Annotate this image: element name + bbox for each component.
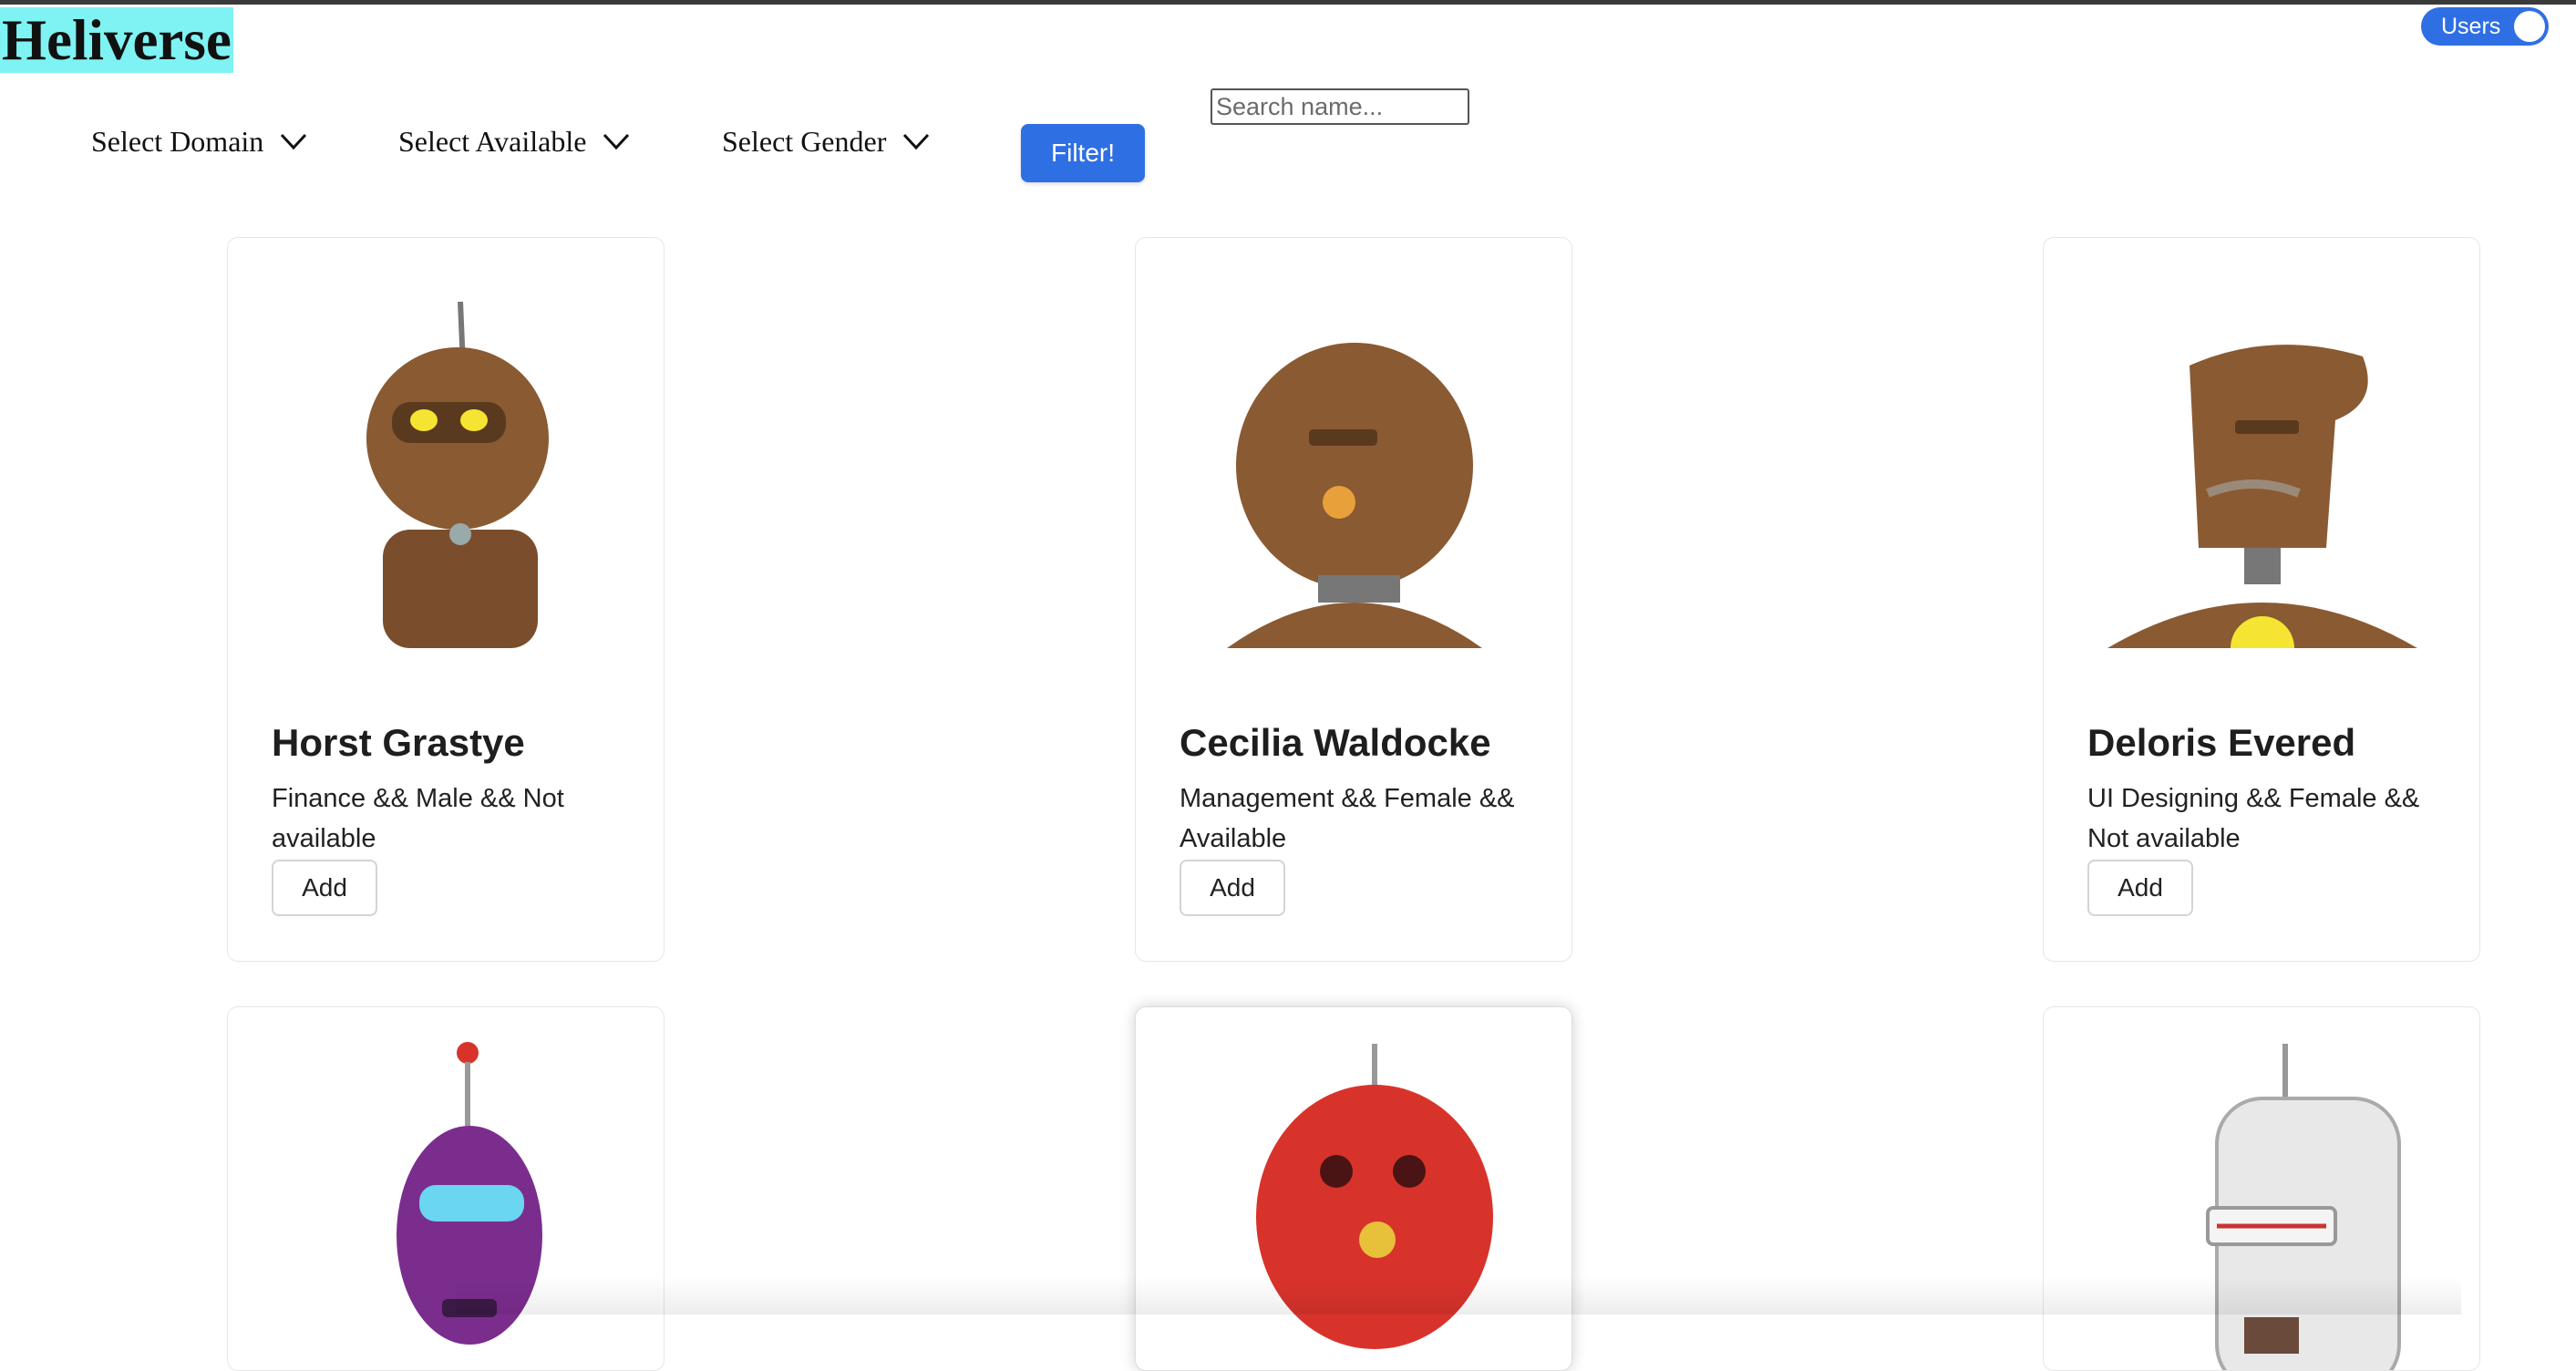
robot-avatar-icon [273, 1026, 620, 1370]
select-gender-label: Select Gender [722, 124, 887, 158]
toggle-label: Users [2441, 13, 2501, 39]
select-available-label: Select Available [398, 124, 587, 158]
user-description: UI Designing && Female && Not available [2087, 784, 2420, 853]
user-name: Horst Grastye [272, 721, 525, 764]
chevron-down-icon [903, 133, 930, 150]
user-card: Horst Grastye Finance && Male && Not ava… [227, 237, 665, 962]
add-button[interactable]: Add [272, 860, 377, 916]
select-gender-dropdown[interactable]: Select Gender [722, 120, 930, 162]
search-input[interactable] [1211, 88, 1469, 125]
robot-avatar-icon [2089, 283, 2436, 648]
toggle-knob [2514, 11, 2545, 42]
select-domain-dropdown[interactable]: Select Domain [91, 120, 307, 162]
user-card: Cecilia Waldocke Management && Female &&… [1135, 237, 1572, 962]
robot-avatar-icon [273, 283, 620, 648]
user-card: Deloris Evered UI Designing && Female &&… [2043, 237, 2480, 962]
add-button[interactable]: Add [1180, 860, 1285, 916]
user-name: Deloris Evered [2087, 721, 2356, 764]
select-domain-label: Select Domain [91, 124, 264, 158]
robot-avatar-icon [2089, 1044, 2436, 1370]
robot-avatar-icon [1181, 1044, 1528, 1370]
user-description: Management && Female && Available [1180, 784, 1515, 853]
filter-button[interactable]: Filter! [1021, 124, 1145, 182]
user-description: Finance && Male && Not available [272, 784, 564, 853]
app-logo[interactable]: Heliverse [0, 7, 233, 73]
chevron-down-icon [281, 133, 307, 150]
top-border [0, 0, 2576, 5]
user-card [2043, 1006, 2480, 1371]
user-card [1135, 1006, 1572, 1371]
robot-avatar-icon [1181, 283, 1528, 648]
chevron-down-icon [603, 133, 630, 150]
users-toggle[interactable]: Users [2421, 7, 2549, 46]
user-name: Cecilia Waldocke [1180, 721, 1491, 764]
user-card [227, 1006, 665, 1371]
add-button[interactable]: Add [2087, 860, 2193, 916]
select-available-dropdown[interactable]: Select Available [398, 120, 630, 162]
